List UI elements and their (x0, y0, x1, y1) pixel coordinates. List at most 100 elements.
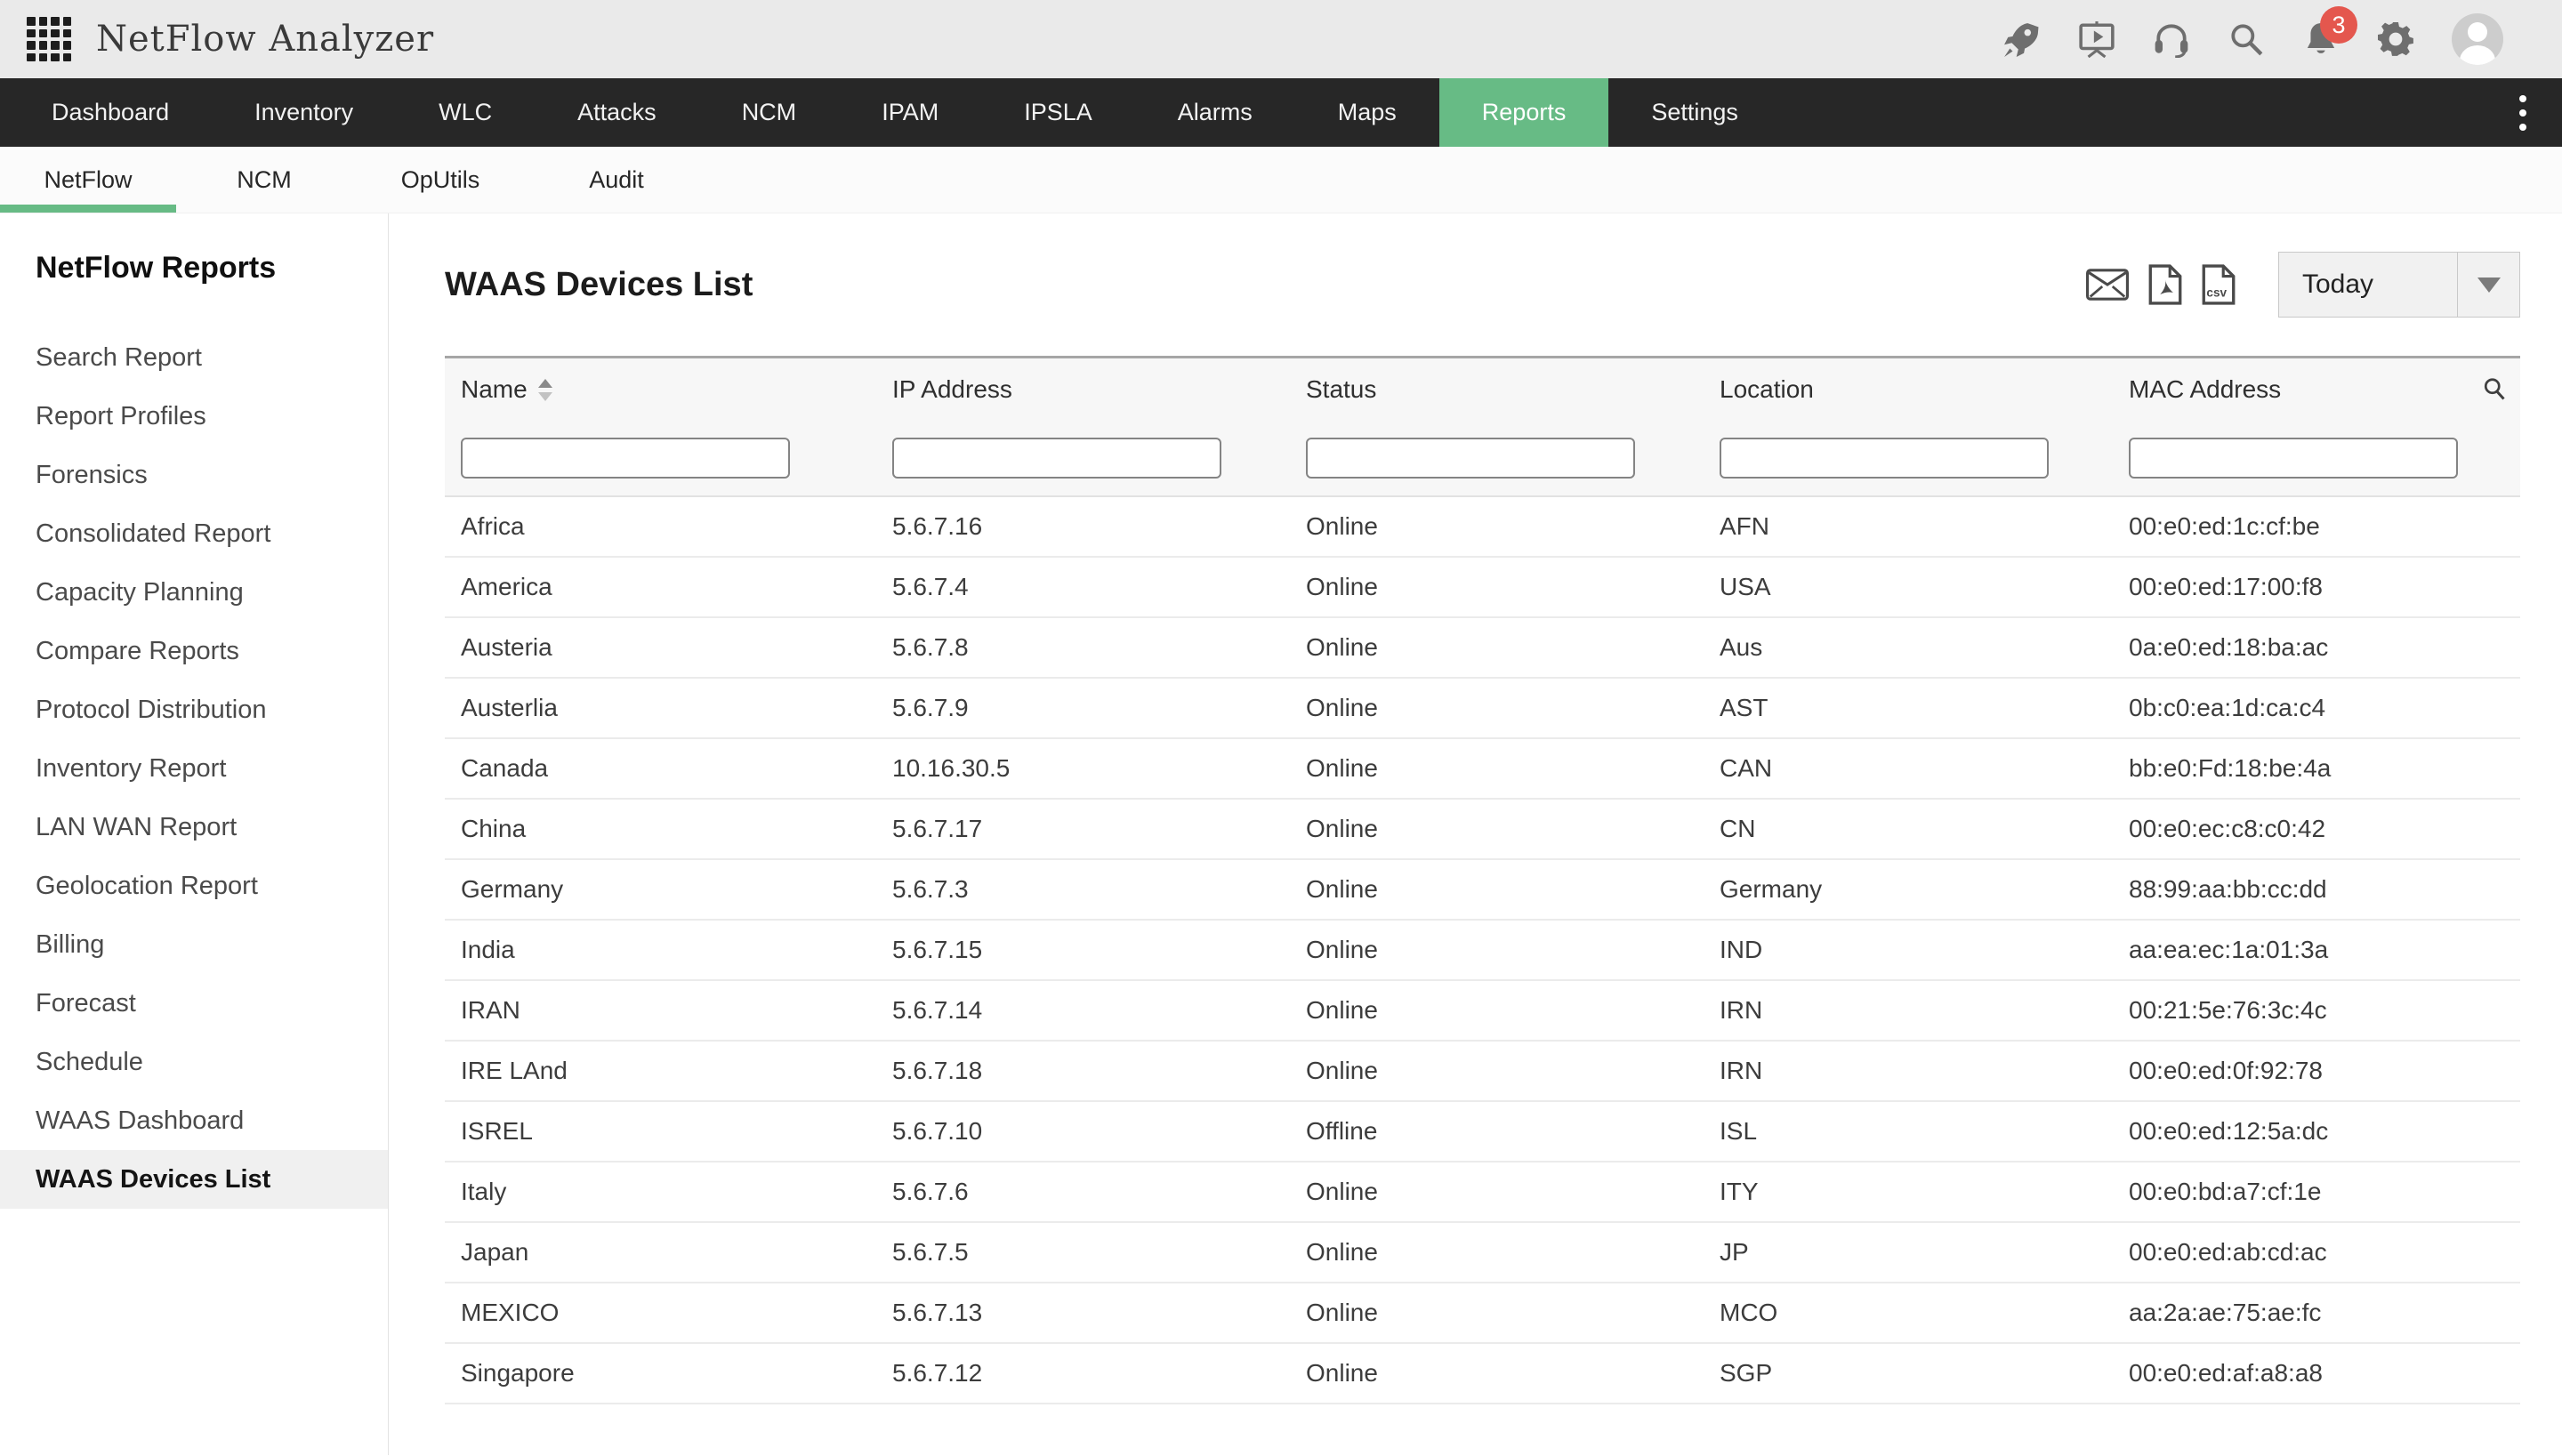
cell-ip-address: 5.6.7.13 (876, 1299, 1290, 1327)
notifications-bell-icon[interactable]: 3 (2302, 20, 2340, 58)
cell-name: Austerlia (445, 694, 876, 722)
apps-grid-icon[interactable] (27, 17, 71, 61)
subnav-tab-oputils[interactable]: OpUtils (352, 147, 528, 213)
sidebar-item-protocol-distribution[interactable]: Protocol Distribution (0, 680, 388, 739)
cell-location: SGP (1704, 1359, 2113, 1388)
sidebar-item-capacity-planning[interactable]: Capacity Planning (0, 563, 388, 622)
time-period-dropdown[interactable]: Today (2278, 252, 2520, 318)
table-row-india[interactable]: India 5.6.7.15 Online IND aa:ea:ec:1a:01… (445, 921, 2520, 981)
table-row-china[interactable]: China 5.6.7.17 Online CN 00:e0:ec:c8:c0:… (445, 800, 2520, 860)
cell-ip-address: 5.6.7.3 (876, 875, 1290, 904)
table-header-row: Name IP Address Status Location MAC Addr… (445, 358, 2520, 421)
cell-ip-address: 5.6.7.8 (876, 633, 1290, 662)
nav-item-dashboard[interactable]: Dashboard (9, 78, 212, 147)
cell-name: Germany (445, 875, 876, 904)
column-header-status[interactable]: Status (1290, 375, 1704, 404)
table-row-austeria[interactable]: Austeria 5.6.7.8 Online Aus 0a:e0:ed:18:… (445, 618, 2520, 679)
sidebar-item-geolocation-report[interactable]: Geolocation Report (0, 857, 388, 915)
nav-item-inventory[interactable]: Inventory (212, 78, 396, 147)
table-search-icon[interactable] (2458, 376, 2520, 403)
table-row-mexico[interactable]: MEXICO 5.6.7.13 Online MCO aa:2a:ae:75:a… (445, 1283, 2520, 1344)
sidebar-item-lan-wan-report[interactable]: LAN WAN Report (0, 798, 388, 857)
subnav-tab-audit[interactable]: Audit (528, 147, 705, 213)
cell-location: USA (1704, 573, 2113, 601)
settings-gear-icon[interactable] (2377, 20, 2414, 58)
table-row-singapore[interactable]: Singapore 5.6.7.12 Online SGP 00:e0:ed:a… (445, 1344, 2520, 1404)
sidebar-item-waas-devices-list[interactable]: WAAS Devices List (0, 1150, 388, 1209)
column-header-name[interactable]: Name (445, 375, 876, 404)
header-icon-group: 3 (2003, 13, 2503, 65)
filter-input-status[interactable] (1306, 438, 1635, 479)
email-report-icon[interactable] (2086, 269, 2129, 301)
cell-status: Online (1290, 573, 1704, 601)
table-row-africa[interactable]: Africa 5.6.7.16 Online AFN 00:e0:ed:1c:c… (445, 497, 2520, 558)
sidebar-list: Search Report Report Profiles Forensics … (0, 328, 388, 1209)
cell-mac-address: 00:e0:ed:ab:cd:ac (2113, 1238, 2458, 1267)
cell-name: IRE LAnd (445, 1057, 876, 1085)
report-header: WAAS Devices List csv Today (445, 213, 2520, 356)
sidebar-item-search-report[interactable]: Search Report (0, 328, 388, 387)
column-header-location[interactable]: Location (1704, 375, 2113, 404)
table-row-iran[interactable]: IRAN 5.6.7.14 Online IRN 00:21:5e:76:3c:… (445, 981, 2520, 1042)
nav-item-ipam[interactable]: IPAM (839, 78, 981, 147)
cell-name: Italy (445, 1178, 876, 1206)
sidebar-item-consolidated-report[interactable]: Consolidated Report (0, 504, 388, 563)
cell-ip-address: 5.6.7.14 (876, 996, 1290, 1025)
sidebar-item-compare-reports[interactable]: Compare Reports (0, 622, 388, 680)
cell-mac-address: 00:e0:ed:1c:cf:be (2113, 512, 2458, 541)
nav-item-ipsla[interactable]: IPSLA (981, 78, 1135, 147)
cell-status: Online (1290, 1359, 1704, 1388)
filter-input-ip-address[interactable] (892, 438, 1221, 479)
user-avatar[interactable] (2452, 13, 2503, 65)
sidebar-item-report-profiles[interactable]: Report Profiles (0, 387, 388, 446)
table-row-ire-land[interactable]: IRE LAnd 5.6.7.18 Online IRN 00:e0:ed:0f… (445, 1042, 2520, 1102)
nav-item-reports[interactable]: Reports (1439, 78, 1609, 147)
chevron-down-icon[interactable] (2457, 253, 2519, 317)
sidebar-item-forensics[interactable]: Forensics (0, 446, 388, 504)
sidebar-item-forecast[interactable]: Forecast (0, 974, 388, 1033)
search-icon[interactable] (2228, 20, 2265, 58)
table-row-germany[interactable]: Germany 5.6.7.3 Online Germany 88:99:aa:… (445, 860, 2520, 921)
cell-name: IRAN (445, 996, 876, 1025)
cell-location: IND (1704, 936, 2113, 964)
cell-ip-address: 5.6.7.15 (876, 936, 1290, 964)
sort-toggle-icon[interactable] (538, 379, 552, 401)
rocket-icon[interactable] (2003, 20, 2041, 58)
csv-export-icon[interactable]: csv (2202, 264, 2236, 305)
nav-item-maps[interactable]: Maps (1295, 78, 1439, 147)
subnav-tab-netflow[interactable]: NetFlow (0, 147, 176, 213)
nav-item-attacks[interactable]: Attacks (535, 78, 699, 147)
table-row-italy[interactable]: Italy 5.6.7.6 Online ITY 00:e0:bd:a7:cf:… (445, 1162, 2520, 1223)
sidebar-item-inventory-report[interactable]: Inventory Report (0, 739, 388, 798)
table-row-austerlia[interactable]: Austerlia 5.6.7.9 Online AST 0b:c0:ea:1d… (445, 679, 2520, 739)
subnav-tab-ncm[interactable]: NCM (176, 147, 352, 213)
pdf-export-icon[interactable] (2148, 264, 2182, 305)
nav-item-wlc[interactable]: WLC (396, 78, 535, 147)
overflow-menu-icon[interactable] (2510, 90, 2535, 136)
cell-location: CAN (1704, 754, 2113, 783)
presentation-video-icon[interactable] (2078, 20, 2115, 58)
nav-item-alarms[interactable]: Alarms (1135, 78, 1295, 147)
sidebar-item-schedule[interactable]: Schedule (0, 1033, 388, 1091)
filter-input-location[interactable] (1720, 438, 2049, 479)
table-row-canada[interactable]: Canada 10.16.30.5 Online CAN bb:e0:Fd:18… (445, 739, 2520, 800)
table-row-america[interactable]: America 5.6.7.4 Online USA 00:e0:ed:17:0… (445, 558, 2520, 618)
cell-name: America (445, 573, 876, 601)
nav-item-settings[interactable]: Settings (1608, 78, 1781, 147)
main-nav-bar: Dashboard Inventory WLC Attacks NCM IPAM… (0, 78, 2562, 147)
sidebar-item-waas-dashboard[interactable]: WAAS Dashboard (0, 1091, 388, 1150)
cell-status: Online (1290, 694, 1704, 722)
cell-mac-address: aa:ea:ec:1a:01:3a (2113, 936, 2458, 964)
sidebar-item-billing[interactable]: Billing (0, 915, 388, 974)
column-header-ip-address[interactable]: IP Address (876, 375, 1290, 404)
filter-input-name[interactable] (461, 438, 790, 479)
cell-status: Online (1290, 512, 1704, 541)
table-row-isrel[interactable]: ISREL 5.6.7.10 Offline ISL 00:e0:ed:12:5… (445, 1102, 2520, 1162)
filter-input-mac-address[interactable] (2129, 438, 2458, 479)
cell-mac-address: 00:e0:ed:12:5a:dc (2113, 1117, 2458, 1146)
column-header-mac-address[interactable]: MAC Address (2113, 375, 2458, 404)
nav-item-ncm[interactable]: NCM (699, 78, 840, 147)
table-row-japan[interactable]: Japan 5.6.7.5 Online JP 00:e0:ed:ab:cd:a… (445, 1223, 2520, 1283)
time-period-value: Today (2279, 269, 2457, 300)
support-headset-icon[interactable] (2153, 20, 2190, 58)
